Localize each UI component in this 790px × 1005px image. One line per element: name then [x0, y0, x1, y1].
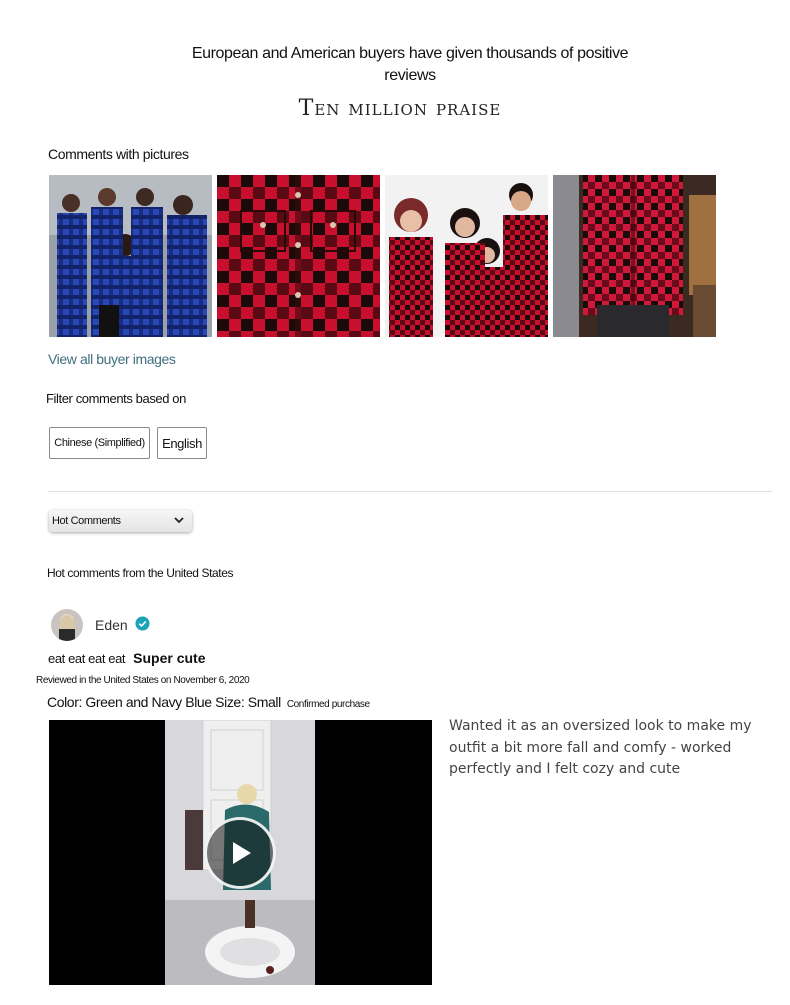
region-heading: Hot comments from the United States: [47, 566, 234, 580]
review-title: eat eat eat eat Super cute: [48, 650, 205, 666]
buyer-image-3[interactable]: [385, 175, 548, 337]
sort-dropdown-value: Hot Comments: [52, 515, 121, 527]
family-blue-plaid-photo: [49, 175, 212, 337]
divider: [48, 491, 772, 492]
confirmed-purchase-badge: Confirmed purchase: [286, 699, 370, 710]
reviewer-avatar-icon: [51, 609, 83, 641]
variant-text: Color: Green and Navy Blue Size: Small: [47, 694, 281, 710]
play-icon: [233, 842, 251, 864]
filter-heading: Filter comments based on: [46, 391, 186, 406]
buyer-image-1[interactable]: [49, 175, 212, 337]
page-title: European and American buyers have given …: [191, 45, 629, 84]
view-all-buyer-images-link[interactable]: View all buyer images: [48, 351, 176, 367]
review-title-text: Super cute: [133, 650, 206, 666]
sort-dropdown[interactable]: Hot Comments: [49, 510, 192, 532]
avatar[interactable]: [51, 609, 83, 641]
reviewer-name[interactable]: Eden: [95, 617, 128, 633]
chevron-down-icon: [174, 517, 184, 524]
review-body: Wanted it as an oversized look to make m…: [449, 718, 752, 777]
language-filter-chinese[interactable]: Chinese (Simplified): [49, 427, 150, 459]
review-date: Reviewed in the United States on Novembe…: [36, 675, 250, 686]
group-red-plaid-photo: [385, 175, 548, 337]
gallery-heading: Comments with pictures: [48, 146, 189, 162]
language-filter-english[interactable]: English: [157, 427, 207, 459]
play-button[interactable]: [204, 817, 276, 889]
red-plaid-shirt-closeup-photo: [217, 175, 380, 337]
review-title-prefix: eat eat eat eat: [48, 651, 126, 666]
page-subtitle: Ten million praise: [298, 96, 502, 121]
red-plaid-shirt-worn-photo: [553, 175, 716, 337]
review-variant: Color: Green and Navy Blue Size: Small C…: [47, 694, 370, 710]
verified-check-icon: [135, 616, 150, 631]
buyer-image-2[interactable]: [217, 175, 380, 337]
buyer-image-4[interactable]: [553, 175, 716, 337]
review-video[interactable]: [49, 720, 432, 985]
